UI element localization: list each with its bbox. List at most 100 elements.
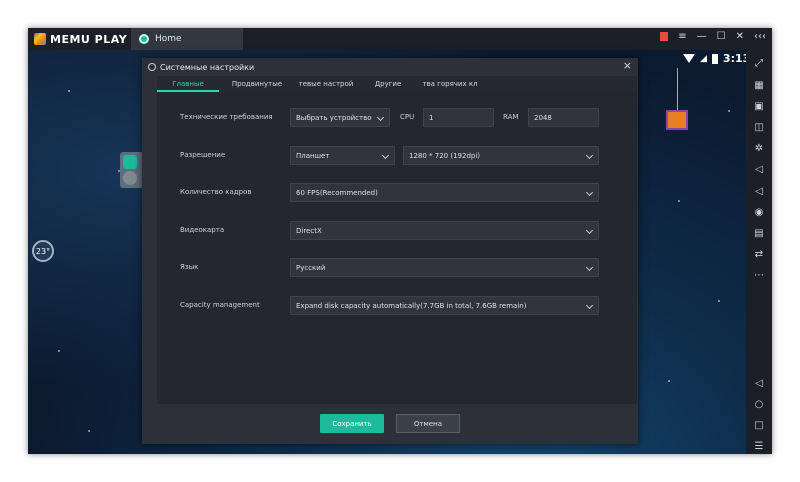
- tab-main[interactable]: Главные: [157, 76, 219, 92]
- home-icon[interactable]: ○: [753, 399, 765, 411]
- language-row: Язык Русский: [157, 258, 637, 278]
- tab-home[interactable]: Home: [131, 28, 243, 50]
- file-share-icon[interactable]: ▤: [753, 228, 765, 240]
- collapse-toolbar-icon[interactable]: ‹‹‹: [754, 31, 766, 42]
- back-icon[interactable]: ◁: [753, 378, 765, 390]
- resolution-row: Разрешение Планшет 1280 * 720 (192dpi): [157, 146, 637, 166]
- right-toolbar: ⤢ ▦ ▣ ◫ ✲ ◁ ◁ ◉ ▤ ⇄ ⋯ ◁ ○ □ ☰: [746, 50, 772, 454]
- multi-window-icon[interactable]: ◫: [753, 122, 765, 134]
- gift-notification-icon[interactable]: [660, 32, 669, 41]
- dialog-footer: Сохранить Отмена: [157, 404, 637, 444]
- tab-label: тва горячих кл: [422, 80, 478, 88]
- maximize-icon[interactable]: ☐: [717, 31, 726, 42]
- title-bar: MEMU PLAY Home ≡ — ☐ ✕ ‹‹‹: [28, 28, 772, 50]
- chevron-down-icon: [585, 151, 594, 160]
- gpu-select[interactable]: DirectX: [290, 221, 599, 240]
- tab-other[interactable]: Другие: [357, 76, 419, 92]
- accelerator-widget[interactable]: 23°: [32, 240, 54, 262]
- close-icon[interactable]: ×: [623, 59, 632, 72]
- list-menu-icon[interactable]: ☰: [753, 441, 765, 453]
- gpu-row: Видеокарта DirectX: [157, 221, 637, 241]
- resolution-mode-select[interactable]: Планшет: [290, 146, 395, 165]
- more-icon[interactable]: ⋯: [753, 270, 765, 282]
- wifi-icon: [683, 54, 695, 63]
- chevron-down-icon: [585, 301, 594, 310]
- tab-home-label: Home: [155, 34, 182, 44]
- gift-box-icon[interactable]: [666, 110, 688, 130]
- fullscreen-icon[interactable]: ⤢: [753, 58, 765, 70]
- gpu-value: DirectX: [296, 226, 322, 235]
- dialog-title: Системные настройки: [160, 62, 255, 72]
- browser-icon[interactable]: [123, 171, 137, 185]
- ram-label: RAM: [503, 113, 519, 121]
- star: [678, 200, 680, 202]
- chevron-down-icon: [585, 263, 594, 272]
- cpu-input[interactable]: 1: [423, 108, 494, 127]
- star: [728, 110, 730, 112]
- tab-label: Продвинутые: [231, 80, 283, 88]
- minimize-icon[interactable]: —: [697, 31, 707, 42]
- star: [68, 90, 70, 92]
- app-logo-text: MEMU PLAY: [50, 32, 128, 46]
- settings-content: Технические требования Выбрать устройств…: [157, 92, 637, 404]
- signal-icon: ◢: [700, 53, 707, 64]
- cancel-button[interactable]: Отмена: [396, 414, 460, 433]
- volume-up-icon[interactable]: ◁: [753, 164, 765, 176]
- emulator-window: MEMU PLAY Home ≡ — ☐ ✕ ‹‹‹ ◢ 3:13 23° ⤢ …: [28, 28, 772, 454]
- app-icon[interactable]: [123, 155, 137, 169]
- star: [668, 380, 670, 382]
- gear-icon: [148, 63, 156, 71]
- dialog-title-bar: Системные настройки: [142, 58, 638, 76]
- memu-logo-icon: [34, 33, 46, 45]
- fps-select[interactable]: 60 FPS(Recommended): [290, 183, 599, 202]
- device-select[interactable]: Выбрать устройство: [290, 108, 390, 127]
- tab-network[interactable]: тевые настрой: [295, 76, 357, 92]
- language-select[interactable]: Русский: [290, 258, 599, 277]
- save-button[interactable]: Сохранить: [320, 414, 384, 433]
- battery-icon: [711, 53, 718, 64]
- fps-value: 60 FPS(Recommended): [296, 188, 378, 197]
- app-logo: MEMU PLAY: [34, 32, 127, 46]
- app-shortcuts: [120, 152, 144, 188]
- location-icon[interactable]: ◉: [753, 207, 765, 219]
- rotate-icon[interactable]: ⇄: [753, 249, 765, 261]
- star: [718, 300, 720, 302]
- menu-icon[interactable]: ≡: [678, 31, 686, 42]
- tech-requirements-row: Технические требования Выбрать устройств…: [157, 108, 637, 128]
- resolution-size-select[interactable]: 1280 * 720 (192dpi): [403, 146, 599, 165]
- recent-apps-icon[interactable]: □: [753, 420, 765, 432]
- home-tab-icon: [139, 34, 149, 44]
- ram-input[interactable]: 2048: [528, 108, 599, 127]
- android-status-bar: ◢ 3:13: [683, 52, 750, 65]
- close-window-icon[interactable]: ✕: [736, 31, 744, 42]
- resolution-label: Разрешение: [180, 151, 226, 159]
- capacity-select[interactable]: Expand disk capacity automatically(7.7GB…: [290, 296, 599, 315]
- accelerator-percent: 23°: [35, 246, 51, 256]
- tab-label: Главные: [172, 80, 204, 88]
- language-value: Русский: [296, 263, 326, 272]
- fps-row: Количество кадров 60 FPS(Recommended): [157, 183, 637, 203]
- tab-label: тевые настрой: [298, 80, 354, 88]
- resolution-size-value: 1280 * 720 (192dpi): [409, 151, 481, 160]
- gpu-label: Видеокарта: [180, 226, 225, 234]
- capacity-value: Expand disk capacity automatically(7.7GB…: [296, 301, 527, 310]
- window-controls: ≡ — ☐ ✕ ‹‹‹: [660, 31, 766, 42]
- apk-install-icon[interactable]: ▣: [753, 101, 765, 113]
- chevron-down-icon: [585, 188, 594, 197]
- tab-advanced[interactable]: Продвинутые: [219, 76, 295, 92]
- cpu-label: CPU: [400, 113, 415, 121]
- keyboard-icon[interactable]: ▦: [753, 80, 765, 92]
- chevron-down-icon: [585, 226, 594, 235]
- chevron-down-icon: [381, 151, 390, 160]
- system-settings-dialog: Системные настройки × Главные Продвинуты…: [142, 58, 638, 444]
- settings-gear-icon[interactable]: ✲: [753, 143, 765, 155]
- fps-label: Количество кадров: [180, 188, 252, 196]
- capacity-row: Capacity management Expand disk capacity…: [157, 296, 637, 316]
- star: [88, 430, 90, 432]
- resolution-mode-value: Планшет: [296, 151, 330, 160]
- tech-label: Технические требования: [180, 113, 273, 121]
- volume-down-icon[interactable]: ◁: [753, 186, 765, 198]
- tab-hotkeys[interactable]: тва горячих кл: [419, 76, 481, 92]
- device-value: Выбрать устройство: [296, 113, 372, 122]
- capacity-label: Capacity management: [180, 301, 260, 309]
